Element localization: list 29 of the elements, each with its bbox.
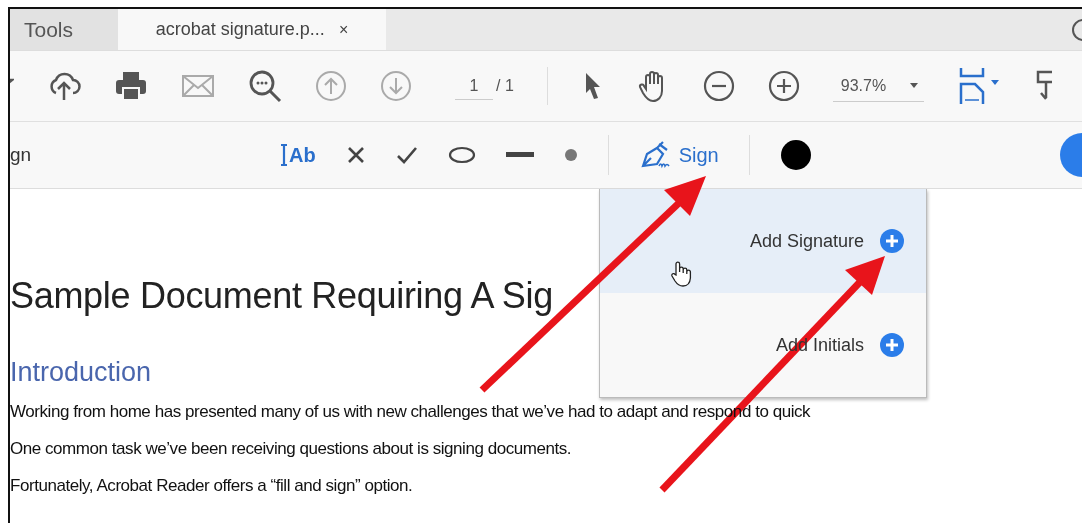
text-cursor-icon [280, 143, 288, 167]
plus-icon [880, 333, 904, 357]
ellipse-icon[interactable] [447, 146, 476, 164]
document-heading: Sample Document Requiring A Sig [10, 275, 553, 317]
caret-icon [910, 83, 919, 88]
print-icon[interactable] [114, 70, 148, 102]
cross-icon[interactable] [345, 145, 366, 165]
toolbar-title: gn [10, 144, 33, 166]
zoom-dropdown[interactable]: 93.7% [832, 70, 925, 102]
cloud-upload-icon[interactable] [47, 71, 81, 101]
document-paragraph: One common task we’ve been receiving questions about is signing documents. [10, 439, 572, 459]
plus-icon [880, 229, 904, 253]
tab[interactable]: Tools [10, 9, 118, 50]
document-subheading: Introduction [10, 357, 152, 388]
page-field[interactable]: 1 [455, 72, 493, 100]
zoom-out-icon[interactable] [702, 70, 735, 102]
add-text-tool[interactable]: Ab [280, 143, 316, 167]
zoom-in-icon[interactable] [767, 70, 800, 102]
color-swatch[interactable] [779, 139, 812, 171]
tab[interactable]: acrobat signature.p... × [118, 9, 386, 50]
page-total: / 1 [496, 77, 514, 95]
menu-item[interactable]: Add Signature [600, 189, 926, 293]
search-icon[interactable] [248, 69, 282, 103]
document-paragraph: Fortunately, Acrobat Reader offers a “fill and sign” option. [10, 476, 413, 496]
dot-icon[interactable] [563, 148, 578, 162]
sign-button[interactable]: Sign [638, 140, 719, 170]
hand-cursor-icon [670, 261, 692, 287]
close-icon[interactable]: × [338, 20, 349, 39]
check-icon[interactable] [395, 145, 418, 165]
